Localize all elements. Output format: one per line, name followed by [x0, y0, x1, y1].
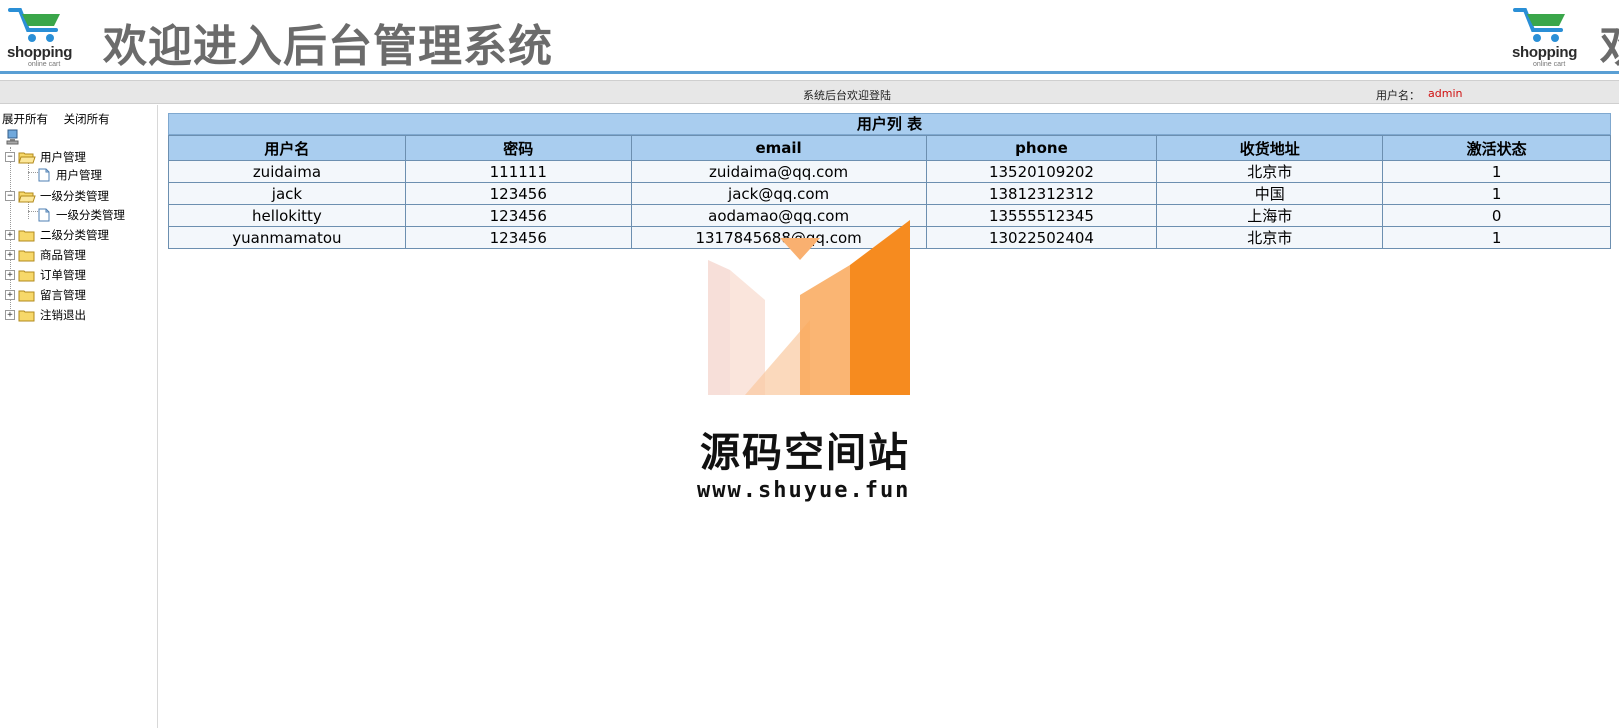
folder-icon — [18, 270, 35, 281]
column-header: email — [630, 135, 927, 161]
cell-username: jack — [168, 182, 406, 205]
cell-password: 111111 — [404, 160, 632, 183]
cell-password: 123456 — [404, 182, 632, 205]
cell-status: 1 — [1382, 182, 1611, 205]
sidebar-item-category-level2[interactable]: + 二级分类管理 — [5, 226, 109, 244]
tree-guide-line — [28, 211, 38, 212]
sidebar-item-label: 用户管理 — [40, 150, 86, 164]
sidebar-item-category-level1[interactable]: − 一级分类管理 — [5, 187, 109, 205]
cell-status: 1 — [1382, 160, 1611, 183]
cell-phone: 13812312312 — [925, 182, 1158, 205]
tree-controls: 展开所有 关闭所有 — [2, 111, 122, 127]
cell-username: yuanmamatou — [168, 226, 406, 249]
page-header: shopping online cart 欢迎进入后台管理系统 shopping… — [0, 0, 1619, 74]
sidebar-item-category-level1-page[interactable]: 一级分类管理 — [38, 206, 125, 224]
table-caption: 用户列 表 — [168, 113, 1611, 135]
page-title: 欢迎进入后台管理系统 — [103, 21, 553, 72]
folder-icon — [18, 230, 35, 241]
sidebar-item-label: 商品管理 — [40, 248, 86, 262]
collapse-all-link[interactable]: 关闭所有 — [64, 112, 110, 126]
sidebar-tree: 展开所有 关闭所有 − 用户管理 用户管理 − 一级分类管理 一级分类管理 + … — [0, 105, 158, 728]
folder-open-icon — [18, 152, 36, 163]
sidebar-item-user-management-page[interactable]: 用户管理 — [38, 166, 102, 184]
column-header: phone — [925, 135, 1158, 161]
expand-toggle-icon[interactable]: + — [5, 250, 15, 260]
table-row: zuidaima 111111 zuidaima@qq.com 13520109… — [168, 160, 1611, 183]
watermark-url: www.shuyue.fun — [697, 478, 911, 503]
sidebar-item-label: 用户管理 — [56, 168, 102, 182]
cell-address: 北京市 — [1156, 160, 1384, 183]
computer-icon — [6, 129, 19, 145]
cell-email: jack@qq.com — [630, 182, 927, 205]
folder-open-icon — [18, 191, 36, 202]
column-header: 密码 — [404, 135, 632, 161]
sidebar-item-messages[interactable]: + 留言管理 — [5, 286, 86, 304]
sidebar-item-orders[interactable]: + 订单管理 — [5, 266, 86, 284]
expand-toggle-icon[interactable]: + — [5, 310, 15, 320]
username-value: admin — [1428, 87, 1463, 100]
collapse-toggle-icon[interactable]: − — [5, 152, 15, 162]
sidebar-item-label: 留言管理 — [40, 288, 86, 302]
sidebar-item-user-management[interactable]: − 用户管理 — [5, 148, 86, 166]
cell-username: zuidaima — [168, 160, 406, 183]
welcome-text: 系统后台欢迎登陆 — [803, 89, 891, 102]
table-header-row: 用户名 密码 email phone 收货地址 激活状态 — [168, 135, 1611, 161]
column-header: 激活状态 — [1382, 135, 1611, 161]
page-icon — [38, 208, 50, 222]
sidebar-item-label: 二级分类管理 — [40, 228, 109, 242]
sidebar-item-label: 注销退出 — [40, 308, 86, 322]
folder-icon — [18, 290, 35, 301]
brand-subtitle: online cart — [1533, 61, 1566, 68]
cell-address: 上海市 — [1156, 204, 1384, 227]
cart-icon — [1513, 8, 1565, 42]
cell-password: 123456 — [404, 204, 632, 227]
sidebar-item-products[interactable]: + 商品管理 — [5, 246, 86, 264]
sidebar-item-label: 一级分类管理 — [56, 208, 125, 222]
brand-name: shopping — [1512, 44, 1578, 61]
brand-subtitle: online cart — [28, 61, 61, 68]
watermark-brand: 源码空间站 — [700, 430, 910, 476]
table-row: jack 123456 jack@qq.com 13812312312 中国 1 — [168, 182, 1611, 205]
folder-icon — [18, 250, 35, 261]
cell-email: zuidaima@qq.com — [630, 160, 927, 183]
column-header: 收货地址 — [1156, 135, 1384, 161]
cell-status: 1 — [1382, 226, 1611, 249]
tree-guide-line — [28, 172, 38, 173]
shopping-logo-repeat: shopping online cart — [1505, 4, 1585, 68]
cell-phone: 13555512345 — [925, 204, 1158, 227]
sidebar-item-logout[interactable]: + 注销退出 — [5, 306, 86, 324]
expand-all-link[interactable]: 展开所有 — [2, 112, 48, 126]
brand-name: shopping — [7, 44, 73, 61]
sidebar-item-label: 订单管理 — [40, 268, 86, 282]
cell-password: 123456 — [404, 226, 632, 249]
cell-phone: 13022502404 — [925, 226, 1158, 249]
cell-address: 中国 — [1156, 182, 1384, 205]
expand-toggle-icon[interactable]: + — [5, 290, 15, 300]
shopping-logo: shopping online cart — [0, 4, 80, 68]
collapse-toggle-icon[interactable]: − — [5, 191, 15, 201]
cell-address: 北京市 — [1156, 226, 1384, 249]
username-label: 用户名： — [1376, 89, 1420, 102]
status-bar: 系统后台欢迎登陆 用户名： admin — [0, 80, 1619, 104]
page-icon — [38, 168, 50, 182]
expand-toggle-icon[interactable]: + — [5, 230, 15, 240]
cell-phone: 13520109202 — [925, 160, 1158, 183]
sidebar-item-label: 一级分类管理 — [40, 189, 109, 203]
cell-status: 0 — [1382, 204, 1611, 227]
cell-username: hellokitty — [168, 204, 406, 227]
cart-icon — [8, 8, 60, 42]
expand-toggle-icon[interactable]: + — [5, 270, 15, 280]
column-header: 用户名 — [168, 135, 406, 161]
page-title-repeat: 欢 — [1600, 10, 1619, 71]
folder-icon — [18, 310, 35, 321]
